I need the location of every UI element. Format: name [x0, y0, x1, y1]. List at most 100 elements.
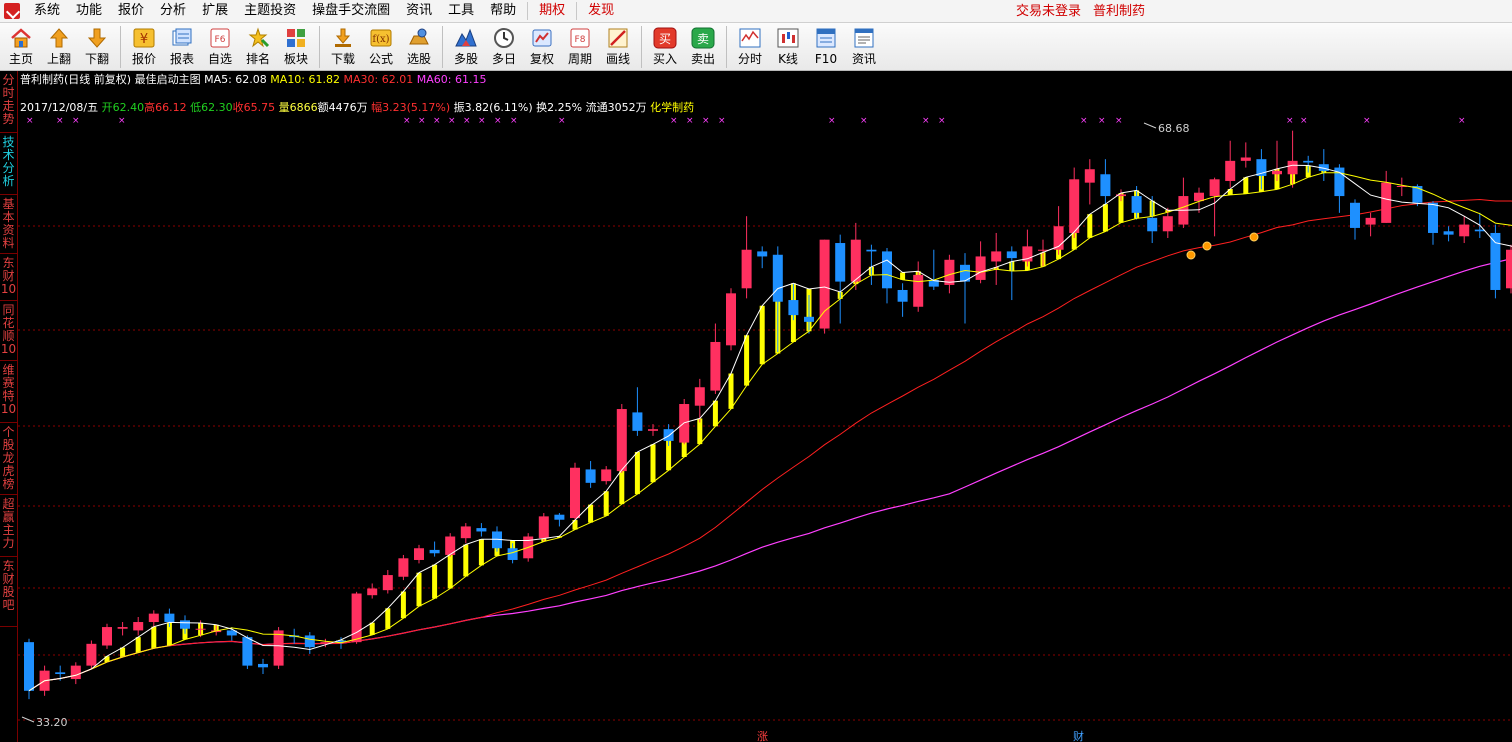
toolbar-button-sector[interactable]: 板块	[277, 23, 315, 69]
menu-item-analysis[interactable]: 分析	[152, 0, 194, 22]
menu-item-trader-circle[interactable]: 操盘手交流圈	[304, 0, 398, 22]
left-tab-3[interactable]: 东财10	[0, 254, 17, 301]
menu-item-options[interactable]: 期权	[531, 0, 573, 22]
toolbar-button-ranking[interactable]: 排名	[239, 23, 277, 69]
menu-item-news[interactable]: 资讯	[398, 0, 440, 22]
candle-body	[1443, 231, 1454, 235]
toolbar-button-yen[interactable]: ¥ 报价	[125, 23, 163, 69]
signal-marker: ×	[26, 116, 34, 126]
menu-item-system[interactable]: 系统	[26, 0, 68, 22]
toolbar-button-label: 资讯	[851, 52, 876, 66]
toolbar-button-f8[interactable]: F8 周期	[561, 23, 599, 69]
candle-body	[1225, 160, 1236, 181]
left-tab-6[interactable]: 个股龙虎榜	[0, 423, 17, 495]
toolbar-separator	[726, 26, 727, 68]
candle-body	[694, 387, 705, 406]
candle-body	[866, 249, 877, 252]
toolbar-button-arrow-up[interactable]: 上翻	[40, 23, 78, 69]
menu-item-quote[interactable]: 报价	[110, 0, 152, 22]
signal-marker: ×	[860, 116, 868, 126]
quote-industry: 化学制药	[650, 101, 695, 114]
toolbar-button-f6[interactable]: F6 自选	[201, 23, 239, 69]
menu-item-extend[interactable]: 扩展	[194, 0, 236, 22]
candle-body	[913, 274, 924, 307]
buy-icon: 买	[653, 26, 677, 50]
toolbar-button-multi-stock[interactable]: 多股	[447, 23, 485, 69]
signal-marker: ×	[938, 116, 946, 126]
toolbar-button-formula[interactable]: f(x) 公式	[362, 23, 400, 69]
signal-marker: ×	[1458, 116, 1466, 126]
left-tab-4[interactable]: 同花顺10	[0, 301, 17, 361]
event-marker-icon	[1202, 241, 1212, 251]
candle-body	[273, 630, 284, 666]
chart-title: 普利制药(日线 前复权) 最佳启动主图	[20, 73, 201, 86]
candle-body	[1131, 196, 1142, 213]
menu-item-discover[interactable]: 发现	[580, 0, 622, 22]
yen-icon: ¥	[132, 26, 156, 50]
signal-marker: ×	[1300, 116, 1308, 126]
menu-item-help[interactable]: 帮助	[482, 0, 524, 22]
stock-picker-icon	[407, 26, 431, 50]
toolbar-button-arrow-down[interactable]: 下翻	[78, 23, 116, 69]
current-stock-name: 普利制药	[1093, 4, 1146, 19]
left-tab-0[interactable]: 分时走势	[0, 71, 17, 133]
toolbar-button-adjust[interactable]: 复权	[523, 23, 561, 69]
left-tab-5[interactable]: 维赛特10	[0, 361, 17, 423]
signal-marker: ×	[718, 116, 726, 126]
toolbar-button-label: 下翻	[84, 52, 109, 66]
kline-icon	[776, 26, 800, 50]
toolbar-button-label: 公式	[368, 52, 393, 66]
toolbar-button-stock-picker[interactable]: 选股	[400, 23, 438, 69]
candle-body	[180, 620, 190, 629]
candle-body	[1365, 217, 1376, 225]
toolbar-button-clock[interactable]: 多日	[485, 23, 523, 69]
candle-body	[944, 259, 955, 285]
toolbar-button-label: 主页	[8, 52, 33, 66]
signal-marker: ×	[1363, 116, 1371, 126]
toolbar-button-sell[interactable]: 卖卖出	[684, 23, 722, 69]
signal-marker: ×	[1115, 116, 1123, 126]
report-icon	[170, 26, 194, 50]
signal-marker: ×	[558, 116, 566, 126]
quote-volume: 量6866	[278, 101, 318, 114]
menu-item-theme-invest[interactable]: 主题投资	[236, 0, 304, 22]
toolbar-button-kline[interactable]: K线	[769, 23, 807, 69]
toolbar-button-report[interactable]: 报表	[163, 23, 201, 69]
toolbar-separator	[319, 26, 320, 68]
left-tab-7[interactable]: 超赢主力	[0, 495, 17, 557]
kline-chart[interactable]: × × × × × × × × × × × × × × × × × × × × × × × × × × × × 68.68 33.20 涨 财…	[18, 71, 1512, 742]
left-tab-2[interactable]: 基本资料	[0, 195, 17, 254]
toolbar-button-home[interactable]: 主页	[2, 23, 40, 69]
toolbar-button-timeshare[interactable]: 分时	[731, 23, 769, 69]
event-marker-icon	[1186, 250, 1196, 260]
signal-marker: ×	[702, 116, 710, 126]
toolbar-button-download[interactable]: 下载	[324, 23, 362, 69]
toolbar-button-label: 自选	[207, 52, 232, 66]
ma60-value: MA60: 61.15	[416, 73, 487, 86]
toolbar-button-label: K线	[778, 52, 798, 66]
svg-text:¥: ¥	[140, 32, 148, 47]
left-tab-1[interactable]: 技术分析	[0, 133, 17, 195]
quote-change: 幅3.23(5.17%)	[371, 101, 451, 114]
candle-body	[850, 239, 861, 282]
candle-body	[726, 293, 736, 346]
chart-canvas[interactable]: × × × × × × × × × × × × × × × × × × × × × × × × × × × × 68.68 33.20 涨 财	[18, 71, 1512, 742]
toolbar-button-buy[interactable]: 买买入	[646, 23, 684, 69]
login-status[interactable]: 交易未登录	[1016, 4, 1081, 19]
toolbar-button-news[interactable]: 资讯	[845, 23, 883, 69]
left-tab-8[interactable]: 东财股吧	[0, 557, 17, 627]
menu-item-function[interactable]: 功能	[68, 0, 110, 22]
toolbar-button-label: 排名	[245, 52, 270, 66]
toolbar-button-f10[interactable]: F10	[807, 23, 845, 69]
candle-body	[648, 429, 658, 431]
quote-low: 低62.30	[190, 101, 233, 114]
candle-body	[570, 467, 580, 519]
candle-body	[258, 663, 268, 668]
candle-body	[1428, 202, 1438, 233]
toolbar-button-label: 卖出	[690, 52, 715, 66]
candle-body	[148, 613, 159, 623]
toolbar-button-draw-line[interactable]: 画线	[599, 23, 637, 69]
ma5-value: MA5: 62.08	[204, 73, 267, 86]
menu-item-tools[interactable]: 工具	[440, 0, 482, 22]
candle-body	[710, 341, 721, 391]
